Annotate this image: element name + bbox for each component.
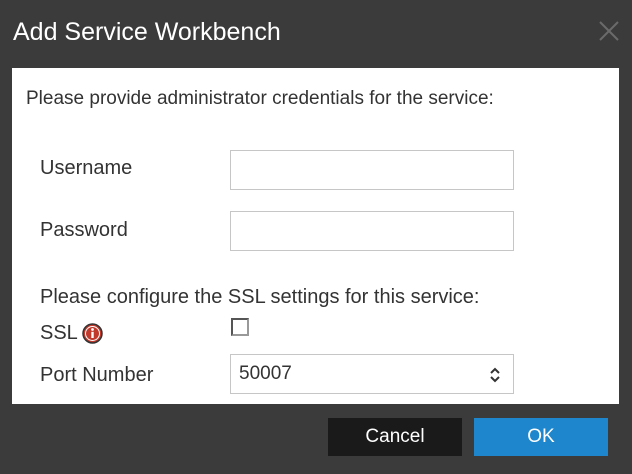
credentials-intro-text: Please provide administrator credentials…	[26, 88, 494, 109]
ok-button[interactable]: OK	[474, 418, 608, 456]
dialog-title: Add Service Workbench	[13, 18, 281, 46]
close-button[interactable]	[596, 18, 622, 44]
dialog-titlebar: Add Service Workbench	[0, 0, 632, 68]
port-number-value: 50007	[239, 363, 292, 384]
port-number-spinner[interactable]: 50007	[230, 354, 514, 394]
spinner-arrows-icon[interactable]	[489, 366, 501, 384]
password-input[interactable]	[230, 211, 514, 251]
username-input[interactable]	[230, 150, 514, 190]
ssl-label: SSL	[40, 322, 78, 344]
dialog-content: Please provide administrator credentials…	[12, 68, 619, 404]
add-service-dialog: Add Service Workbench Please provide adm…	[0, 0, 632, 474]
dialog-footer: Cancel OK	[0, 404, 632, 474]
username-label: Username	[40, 157, 133, 179]
info-icon[interactable]	[82, 323, 103, 344]
port-number-label: Port Number	[40, 364, 154, 386]
close-icon	[599, 21, 619, 41]
cancel-button[interactable]: Cancel	[328, 418, 462, 456]
ssl-checkbox[interactable]	[231, 318, 249, 336]
ssl-intro-text: Please configure the SSL settings for th…	[40, 286, 480, 308]
ssl-row: SSL	[40, 322, 103, 345]
password-label: Password	[40, 219, 128, 241]
